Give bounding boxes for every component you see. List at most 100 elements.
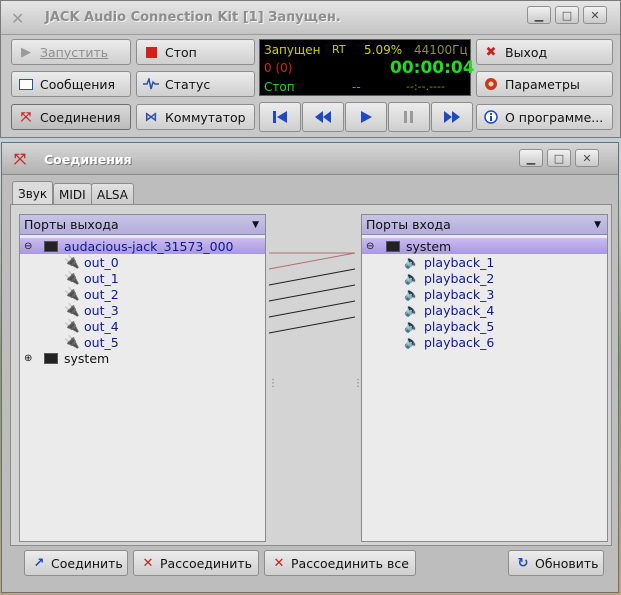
output-ports-header[interactable]: Порты выхода ▼ [20,215,265,235]
input-port-name: playback_5 [424,318,495,334]
refresh-button[interactable]: ↻ Обновить [508,550,604,576]
transport-bpm: -- [352,80,361,94]
input-client-system[interactable]: ⊖ system [362,238,607,254]
input-port-row[interactable]: 🔈 playback_4 [362,302,607,318]
transport-state: Стоп [264,80,295,94]
quit-button[interactable]: ✖ Выход [476,39,613,65]
messages-button[interactable]: Сообщения [11,71,131,97]
connections-close-button[interactable]: ✕ [575,149,599,167]
start-button[interactable]: ▶ Запустить [11,39,131,65]
tab-alsa[interactable]: ALSA [91,183,134,205]
patchbay-button[interactable]: ⋈ Коммутатор [136,104,255,130]
about-button[interactable]: О программе... [476,104,613,130]
client-icon [44,240,58,252]
connection-line [268,252,356,270]
speaker-icon: 🔈 [404,254,420,269]
disconnect-all-button[interactable]: ✕ Рассоединить все [264,550,416,576]
stop-button[interactable]: Стоп [136,39,255,65]
qjackctl-main-window: ✕ JACK Audio Connection Kit [1] Запущен.… [0,0,621,138]
status-label: Статус [165,76,211,92]
connect-button[interactable]: ↗ Соединить [24,550,128,576]
tab-audio-label: Звук [18,186,48,201]
connections-window-icon: ⤧ [14,150,27,168]
messages-label: Сообщения [40,76,116,92]
output-port-row[interactable]: 🔌 out_5 [20,334,265,350]
main-titlebar: ✕ JACK Audio Connection Kit [1] Запущен.… [1,1,620,35]
connection-line [268,268,356,286]
output-port-row[interactable]: 🔌 out_2 [20,286,265,302]
output-port-row[interactable]: 🔌 out_4 [20,318,265,334]
connection-lines[interactable]: ⋮ ⋮ [267,214,359,542]
status-display: Запущен RT 5.09% 44100Гц 0 (0) 00:00:04 … [259,39,475,96]
forward-button[interactable] [431,102,473,132]
plug-icon: 🔌 [64,270,80,285]
elapsed-time: 00:00:04 [390,58,475,78]
splitter-handle-right[interactable]: ⋮ [353,378,359,389]
connections-maximize-button[interactable]: □ [547,149,571,167]
output-port-name: out_4 [84,318,119,334]
input-port-row[interactable]: 🔈 playback_5 [362,318,607,334]
transport-bbt: --:--.---- [406,80,445,93]
minimize-button[interactable]: ▁ [527,6,551,24]
output-port-name: out_2 [84,286,119,302]
speaker-icon: 🔈 [404,302,420,317]
splitter-handle-left[interactable]: ⋮ [268,378,278,389]
output-port-row[interactable]: 🔌 out_1 [20,270,265,286]
output-port-row[interactable]: 🔌 out_3 [20,302,265,318]
output-port-name: out_3 [84,302,119,318]
tab-audio[interactable]: Звук [12,181,54,205]
rewind-start-button[interactable] [259,102,301,132]
messages-icon [18,76,34,92]
setup-button[interactable]: Параметры [476,71,613,97]
refresh-label: Обновить [535,555,599,571]
quit-label: Выход [505,44,548,60]
tab-midi[interactable]: MIDI [53,183,92,205]
input-port-name: playback_3 [424,286,495,302]
connections-minimize-button[interactable]: ▁ [519,149,543,167]
maximize-button[interactable]: □ [555,6,579,24]
xrun-count: 0 (0) [264,61,293,75]
input-port-row[interactable]: 🔈 playback_2 [362,270,607,286]
input-port-row[interactable]: 🔈 playback_3 [362,286,607,302]
status-button[interactable]: Статус [136,71,255,97]
rewind-button[interactable] [302,102,344,132]
waveform-icon [143,76,159,92]
disconnect-button[interactable]: ✕ Рассоединить [133,550,259,576]
pause-button[interactable] [388,102,430,132]
skip-back-icon [273,111,287,123]
play-icon [361,111,372,123]
input-port-row[interactable]: 🔈 playback_6 [362,334,607,350]
output-client-system[interactable]: ⊕ system [20,350,265,366]
output-port-row[interactable]: 🔌 out_0 [20,254,265,270]
play-icon: ▶ [21,44,31,60]
input-port-row[interactable]: 🔈 playback_1 [362,254,607,270]
speaker-icon: 🔈 [404,286,420,301]
output-port-name: out_5 [84,334,119,350]
dropdown-arrow-icon: ▼ [594,219,601,230]
output-port-name: out_1 [84,270,119,286]
output-ports-list[interactable]: Порты выхода ▼ ⊖ audacious-jack_31573_00… [19,214,266,542]
about-label: О программе... [505,109,604,125]
input-port-name: playback_6 [424,334,495,350]
speaker-icon: 🔈 [404,334,420,349]
sample-rate: 44100Гц [414,43,468,57]
plug-icon: 🔌 [64,254,80,269]
close-icon: ✕ [582,151,592,165]
rt-indicator: RT [332,43,346,56]
audio-tab-panel: Порты выхода ▼ ⊖ audacious-jack_31573_00… [10,204,612,546]
output-client-name: audacious-jack_31573_000 [64,238,234,254]
connection-line [268,300,356,318]
start-label: Запустить [40,44,109,60]
output-client-name: system [64,350,110,366]
close-button[interactable]: ✕ [583,6,607,24]
dropdown-arrow-icon: ▼ [252,219,259,230]
input-ports-list[interactable]: Порты входа ▼ ⊖ system 🔈 playback_1 🔈 pl… [361,214,608,542]
connections-button[interactable]: ⤧ Соединения [11,104,131,130]
plug-icon: 🔌 [64,302,80,317]
quit-icon: ✖ [485,44,497,60]
input-port-name: playback_1 [424,254,495,270]
play-button[interactable] [345,102,387,132]
tab-midi-label: MIDI [59,187,86,202]
output-client-audacious[interactable]: ⊖ audacious-jack_31573_000 [20,238,265,254]
input-ports-header[interactable]: Порты входа ▼ [362,215,607,235]
